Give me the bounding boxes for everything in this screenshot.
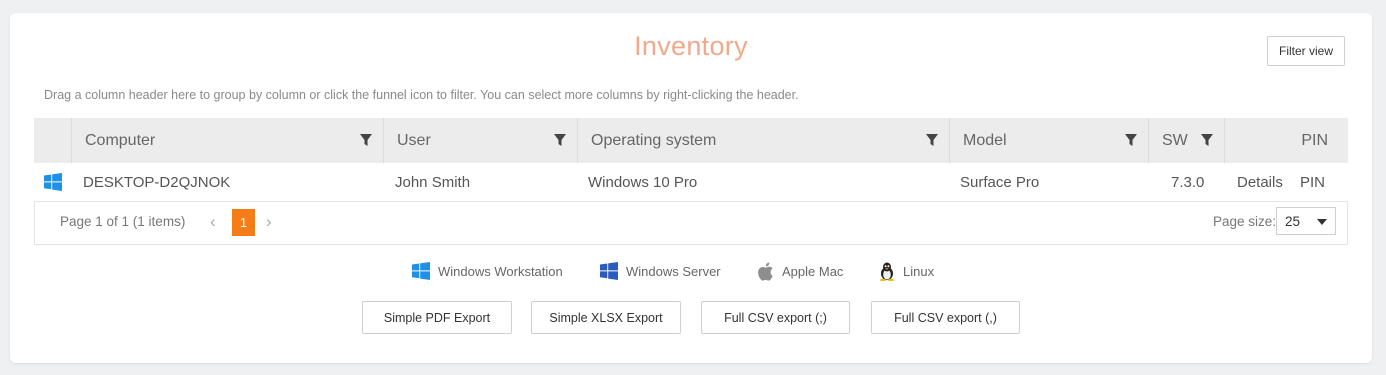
filter-funnel-icon[interactable] bbox=[1124, 133, 1138, 147]
filter-funnel-icon[interactable] bbox=[925, 133, 939, 147]
simple-pdf-export-button[interactable]: Simple PDF Export bbox=[362, 301, 512, 334]
legend-label: Windows Server bbox=[626, 263, 721, 279]
legend-apple-mac: Apple Mac bbox=[757, 261, 843, 281]
simple-xlsx-export-button[interactable]: Simple XLSX Export bbox=[531, 301, 681, 334]
pager-info: Page 1 of 1 (1 items) bbox=[60, 214, 186, 229]
filter-view-button[interactable]: Filter view bbox=[1267, 36, 1345, 66]
page-button-current[interactable]: 1 bbox=[232, 209, 255, 236]
header-icon-column bbox=[34, 118, 72, 163]
full-csv-export-comma-button[interactable]: Full CSV export (,) bbox=[871, 301, 1020, 334]
chevron-down-icon bbox=[1317, 219, 1327, 225]
pager: Page 1 of 1 (1 items) ‹ 1 › Page size: 2… bbox=[34, 202, 1348, 245]
model-cell: Surface Pro bbox=[960, 173, 1040, 191]
filter-funnel-icon[interactable] bbox=[553, 133, 567, 147]
table-row[interactable]: DESKTOP-D2QJNOK John Smith Windows 10 Pr… bbox=[34, 163, 1348, 202]
windows-workstation-icon bbox=[412, 262, 430, 280]
column-header-user[interactable]: User bbox=[384, 118, 578, 163]
filter-funnel-icon[interactable] bbox=[1200, 133, 1214, 147]
column-header-label: PIN bbox=[1301, 131, 1328, 149]
inventory-card: Inventory Filter view Drag a column head… bbox=[10, 13, 1372, 363]
chevron-left-icon[interactable]: ‹ bbox=[210, 212, 216, 232]
windows-icon bbox=[44, 163, 62, 201]
details-link[interactable]: Details bbox=[1237, 163, 1283, 201]
grid-header: Computer User Operating system Model SW … bbox=[34, 118, 1348, 163]
column-header-pin[interactable]: PIN bbox=[1225, 118, 1348, 163]
chevron-right-icon[interactable]: › bbox=[266, 212, 272, 232]
column-header-label: Operating system bbox=[591, 131, 717, 149]
legend-windows-server: Windows Server bbox=[600, 261, 721, 281]
legend-label: Apple Mac bbox=[782, 263, 844, 279]
legend-label: Windows Workstation bbox=[438, 263, 563, 279]
legend-linux: Linux bbox=[879, 261, 934, 281]
os-cell: Windows 10 Pro bbox=[588, 173, 698, 191]
apple-icon bbox=[758, 262, 773, 281]
column-header-label: Computer bbox=[85, 131, 156, 149]
filter-funnel-icon[interactable] bbox=[359, 133, 373, 147]
column-header-sw[interactable]: SW bbox=[1149, 118, 1225, 163]
page-size-value: 25 bbox=[1285, 213, 1301, 229]
legend-label: Linux bbox=[903, 263, 935, 279]
user-cell: John Smith bbox=[395, 173, 471, 191]
windows-server-icon bbox=[600, 262, 618, 280]
column-header-label: SW bbox=[1162, 131, 1188, 149]
column-header-label: User bbox=[397, 131, 431, 149]
group-hint: Drag a column header here to group by co… bbox=[44, 88, 799, 102]
column-header-label: Model bbox=[963, 131, 1007, 149]
sw-version-cell: 7.3.0 bbox=[1171, 173, 1205, 191]
column-header-computer[interactable]: Computer bbox=[72, 118, 384, 163]
column-header-model[interactable]: Model bbox=[950, 118, 1149, 163]
linux-icon bbox=[880, 262, 894, 281]
column-header-operating-system[interactable]: Operating system bbox=[578, 118, 950, 163]
page-size-select[interactable]: 25 bbox=[1276, 207, 1336, 235]
computer-name-link[interactable]: DESKTOP-D2QJNOK bbox=[83, 163, 230, 201]
pin-link[interactable]: PIN bbox=[1300, 163, 1325, 201]
page-title: Inventory bbox=[634, 31, 748, 61]
page-size-label: Page size: bbox=[1213, 214, 1277, 229]
full-csv-export-semicolon-button[interactable]: Full CSV export (;) bbox=[701, 301, 850, 334]
legend-windows-workstation: Windows Workstation bbox=[412, 261, 563, 281]
